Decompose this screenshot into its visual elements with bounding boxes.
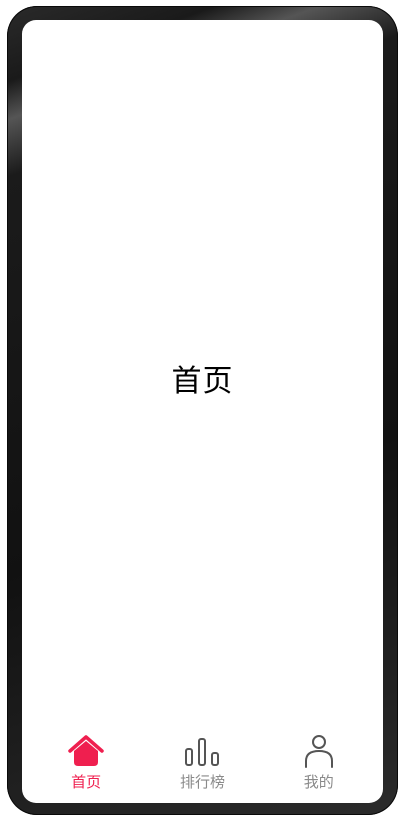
bottom-tab-bar: 首页 排行榜 我的 <box>22 731 383 803</box>
home-icon <box>66 733 106 769</box>
page-title: 首页 <box>171 364 234 399</box>
bar-chart-icon <box>182 733 222 769</box>
app-screen: 首页 首页 排行榜 我的 <box>22 20 383 803</box>
tab-home-label: 首页 <box>71 773 102 791</box>
person-icon <box>299 733 339 769</box>
tab-ranking-label: 排行榜 <box>179 773 225 791</box>
device-frame: 首页 首页 排行榜 我的 <box>7 6 398 815</box>
tab-ranking[interactable]: 排行榜 <box>147 731 257 803</box>
tab-home[interactable]: 首页 <box>31 731 141 803</box>
tab-mine-label: 我的 <box>303 773 334 791</box>
tab-mine[interactable]: 我的 <box>264 731 374 803</box>
